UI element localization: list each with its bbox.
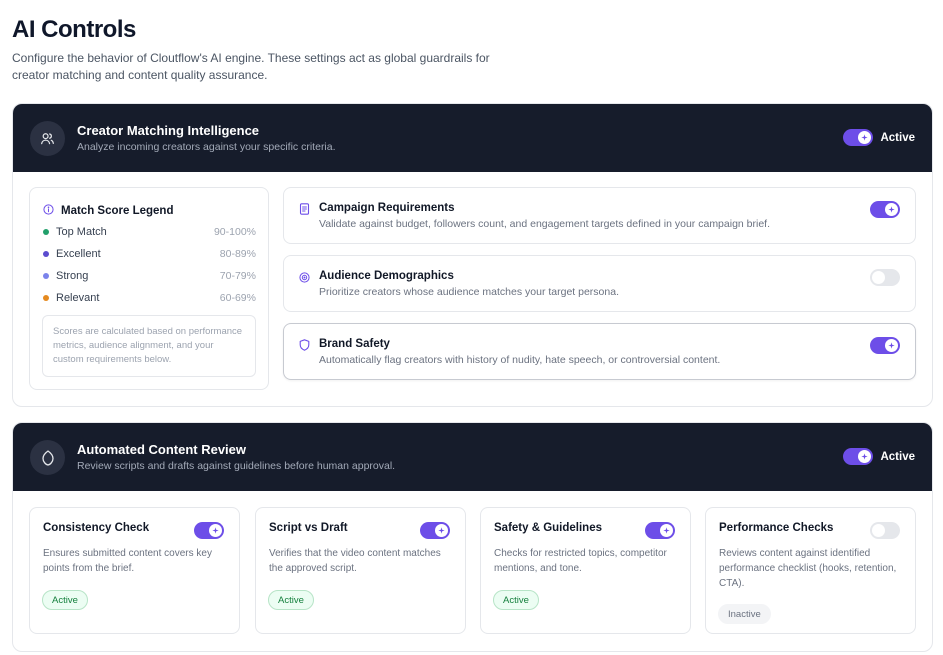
legend-item-range: 70-79%: [219, 270, 256, 282]
legend-item-top-match: Top Match 90-100%: [43, 225, 256, 239]
sparkle-icon: [885, 203, 898, 216]
sparkle-icon: [435, 524, 448, 537]
users-icon: [30, 121, 65, 156]
matching-master-toggle[interactable]: [843, 129, 874, 146]
legend-item-strong: Strong 70-79%: [43, 269, 256, 283]
card-title: Consistency Check: [43, 522, 150, 534]
review-card-performance-checks: Performance Checks Reviews content again…: [705, 507, 916, 634]
card-title: Script vs Draft: [269, 522, 348, 534]
review-card-safety-guidelines: Safety & Guidelines Checks for restricte…: [480, 507, 691, 634]
sparkle-icon: [660, 524, 673, 537]
script-vs-draft-toggle[interactable]: [420, 522, 450, 539]
brand-safety-toggle[interactable]: [870, 337, 900, 354]
sparkle-icon: [858, 450, 872, 463]
criterion-campaign-requirements: Campaign Requirements Validate against b…: [283, 187, 916, 244]
legend-dot: [43, 273, 49, 279]
sparkle-icon: [858, 131, 872, 144]
status-badge: Active: [493, 590, 539, 610]
section-toggle-group: Active: [843, 448, 915, 465]
creator-matching-header: Creator Matching Intelligence Analyze in…: [13, 104, 932, 172]
match-score-legend: Match Score Legend Top Match 90-100% Exc…: [29, 187, 269, 390]
campaign-requirements-toggle[interactable]: [870, 201, 900, 218]
document-icon: [299, 202, 310, 220]
audience-demographics-toggle[interactable]: [870, 269, 900, 286]
section-title: Creator Matching Intelligence: [77, 123, 260, 138]
legend-item-range: 80-89%: [219, 248, 256, 260]
consistency-check-toggle[interactable]: [194, 522, 224, 539]
legend-item-range: 60-69%: [219, 292, 256, 304]
legend-title: Match Score Legend: [61, 205, 174, 217]
creator-matching-section: Creator Matching Intelligence Analyze in…: [12, 103, 933, 407]
section-title: Automated Content Review: [77, 442, 247, 457]
card-description: Reviews content against identified perfo…: [719, 548, 897, 589]
section-subtitle: Analyze incoming creators against your s…: [77, 141, 336, 153]
toggle-status-label: Active: [880, 450, 915, 463]
section-subtitle: Review scripts and drafts against guidel…: [77, 460, 396, 472]
criterion-description: Validate against budget, followers count…: [319, 218, 771, 230]
review-card-script-vs-draft: Script vs Draft Verifies that the video …: [255, 507, 466, 634]
toggle-knob: [872, 271, 885, 284]
status-badge: Inactive: [718, 604, 771, 624]
legend-item-name: Strong: [56, 270, 89, 282]
card-title: Safety & Guidelines: [494, 522, 603, 534]
info-icon: [43, 202, 54, 220]
sparkle-icon: [885, 339, 898, 352]
legend-item-name: Relevant: [56, 292, 100, 304]
legend-item-excellent: Excellent 80-89%: [43, 247, 256, 261]
criterion-description: Prioritize creators whose audience match…: [319, 286, 619, 298]
criterion-brand-safety: Brand Safety Automatically flag creators…: [283, 323, 916, 380]
legend-header: Match Score Legend: [43, 202, 173, 220]
safety-guidelines-toggle[interactable]: [645, 522, 675, 539]
card-description: Checks for restricted topics, competitor…: [494, 548, 667, 574]
status-badge: Active: [268, 590, 314, 610]
review-card-consistency-check: Consistency Check Ensures submitted cont…: [29, 507, 240, 634]
legend-note: Scores are calculated based on performan…: [42, 315, 256, 377]
toggle-knob: [872, 524, 885, 537]
criterion-audience-demographics: Audience Demographics Prioritize creator…: [283, 255, 916, 312]
card-title: Performance Checks: [719, 522, 834, 534]
section-toggle-group: Active: [843, 129, 915, 146]
page-description: Configure the behavior of Cloutflow's AI…: [12, 51, 490, 82]
card-description: Verifies that the video content matches …: [269, 548, 441, 574]
legend-item-range: 90-100%: [213, 226, 256, 238]
target-icon: [299, 270, 310, 288]
status-badge: Active: [42, 590, 88, 610]
shield-icon: [299, 338, 310, 356]
criterion-title: Campaign Requirements: [319, 202, 455, 214]
legend-item-name: Excellent: [56, 248, 101, 260]
toggle-status-label: Active: [880, 131, 915, 144]
criterion-description: Automatically flag creators with history…: [319, 354, 721, 366]
legend-item-relevant: Relevant 60-69%: [43, 291, 256, 305]
review-master-toggle[interactable]: [843, 448, 874, 465]
criterion-title: Brand Safety: [319, 338, 390, 350]
page-title: AI Controls: [12, 16, 136, 43]
legend-dot: [43, 229, 49, 235]
criterion-title: Audience Demographics: [319, 270, 454, 282]
sparkle-icon: [209, 524, 222, 537]
content-review-section: Automated Content Review Review scripts …: [12, 422, 933, 652]
card-description: Ensures submitted content covers key poi…: [43, 548, 212, 574]
legend-dot: [43, 251, 49, 257]
performance-checks-toggle[interactable]: [870, 522, 900, 539]
leaf-icon: [30, 440, 65, 475]
content-review-header: Automated Content Review Review scripts …: [13, 423, 932, 491]
legend-item-name: Top Match: [56, 226, 107, 238]
legend-dot: [43, 295, 49, 301]
